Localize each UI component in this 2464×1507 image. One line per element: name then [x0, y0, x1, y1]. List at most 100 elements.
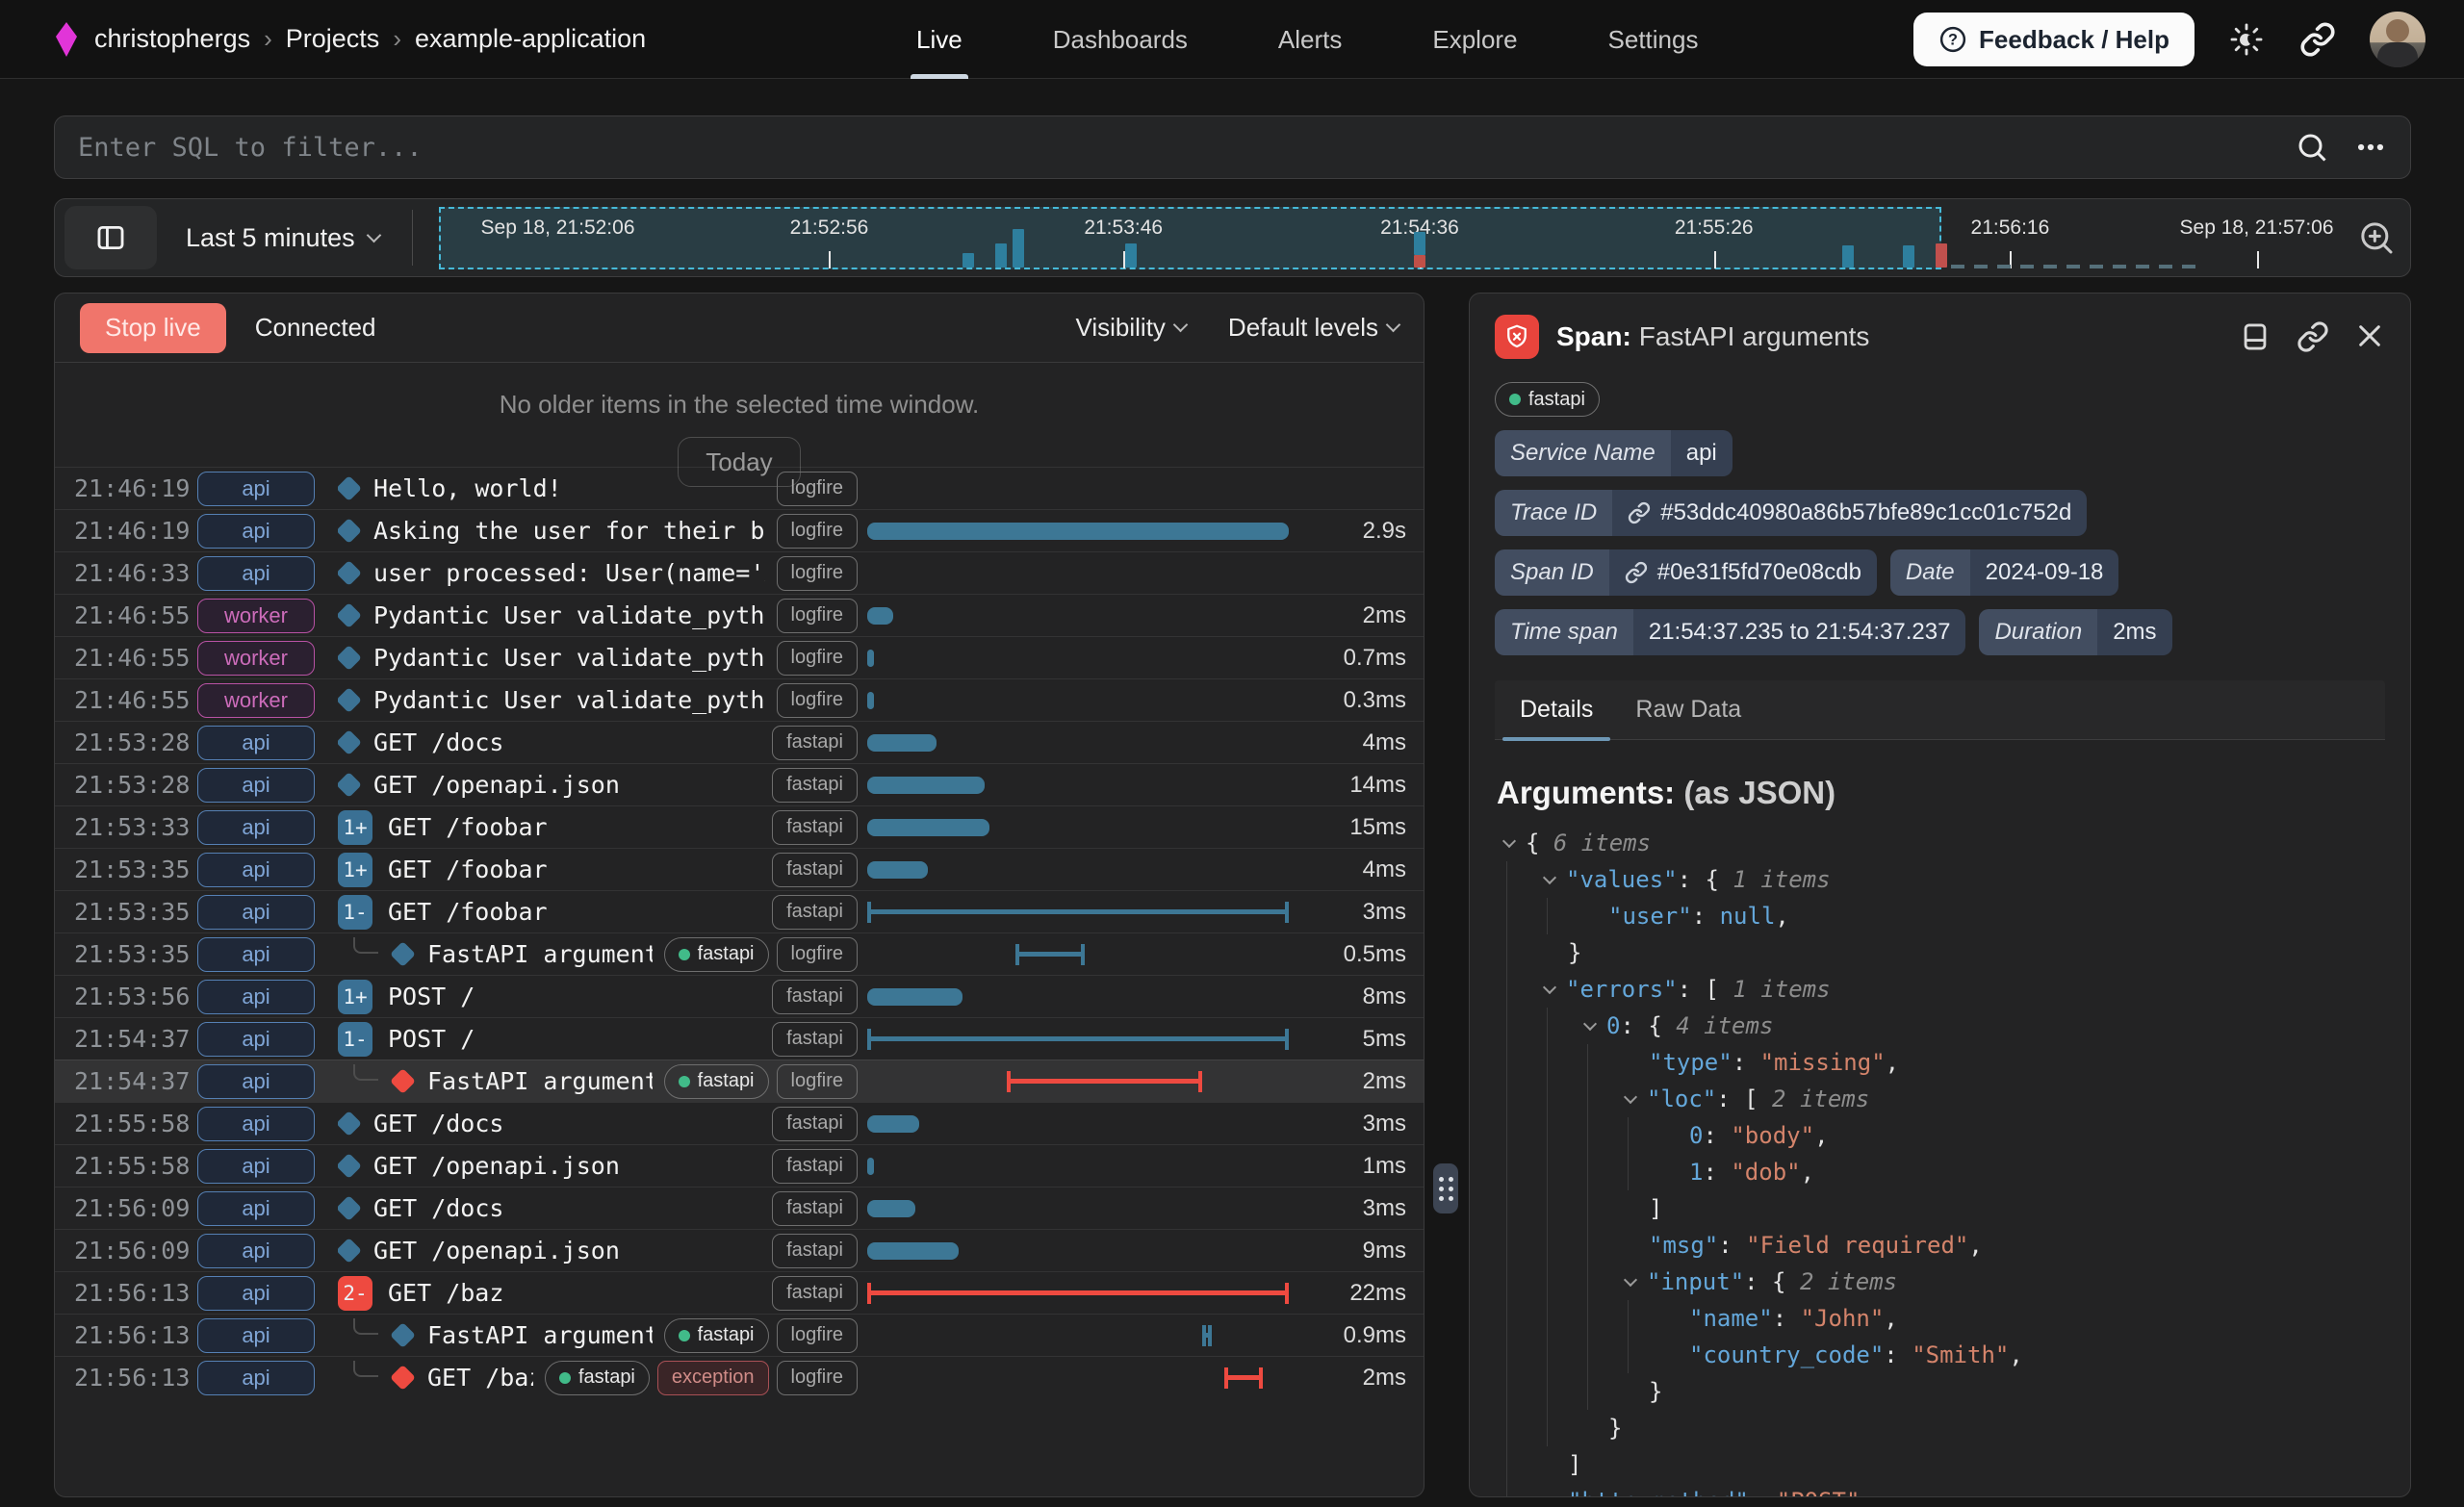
- service-badge-api[interactable]: api: [197, 1149, 315, 1184]
- trace-row[interactable]: 21:46:19apiAsking the user for their bir…: [55, 509, 1424, 551]
- user-avatar[interactable]: [2370, 12, 2426, 67]
- sidebar-toggle-button[interactable]: [64, 206, 157, 269]
- tag-fastapi[interactable]: fastapi: [772, 1022, 858, 1057]
- service-badge-worker[interactable]: worker: [197, 683, 315, 718]
- tag-fastapi[interactable]: fastapi: [772, 895, 858, 930]
- more-options-icon[interactable]: [2354, 131, 2387, 164]
- service-badge-api[interactable]: api: [197, 556, 315, 591]
- tab-raw-data[interactable]: Raw Data: [1614, 680, 1762, 739]
- tag-fastapi[interactable]: fastapi: [772, 1276, 858, 1311]
- tag-fastapi[interactable]: fastapi: [772, 1234, 858, 1268]
- nav-item-explore[interactable]: Explore: [1392, 0, 1557, 79]
- service-badge-api[interactable]: api: [197, 937, 315, 972]
- service-badge-api[interactable]: api: [197, 1276, 315, 1311]
- visibility-dropdown[interactable]: Visibility: [1075, 313, 1185, 343]
- breadcrumb-projects[interactable]: Projects: [286, 24, 380, 54]
- trace-row[interactable]: 21:46:55workerPydantic User validate_pyt…: [55, 594, 1424, 636]
- service-badge-api[interactable]: api: [197, 472, 315, 506]
- tag-logfire[interactable]: logfire: [777, 1361, 858, 1395]
- service-badge-api[interactable]: api: [197, 980, 315, 1014]
- collapse-chevron-icon[interactable]: [1543, 981, 1556, 994]
- collapse-chevron-icon[interactable]: [1624, 1090, 1637, 1104]
- service-badge-api[interactable]: api: [197, 1234, 315, 1268]
- tag-logfire[interactable]: logfire: [777, 599, 858, 633]
- trace-row[interactable]: 21:55:58apiGET /openapi.jsonfastapi1ms: [55, 1144, 1424, 1187]
- trace-row[interactable]: 21:56:13apiGET /baz (fofastapiexceptionl…: [55, 1356, 1424, 1398]
- trace-row[interactable]: 21:53:35apiFastAPI argumentsfastapilogfi…: [55, 932, 1424, 975]
- collapse-chevron-icon[interactable]: [1502, 834, 1516, 848]
- tag-fastapi[interactable]: fastapi: [772, 1149, 858, 1184]
- tag-logfire[interactable]: logfire: [777, 472, 858, 506]
- nav-item-alerts[interactable]: Alerts: [1238, 0, 1382, 79]
- trace-row[interactable]: 21:56:13api2-GET /bazfastapi22ms: [55, 1271, 1424, 1314]
- trace-row[interactable]: 21:56:13apiFastAPI argumentsfastapilogfi…: [55, 1314, 1424, 1356]
- service-badge-api[interactable]: api: [197, 810, 315, 845]
- field-span-id[interactable]: Span ID#0e31f5fd70e08cdb: [1495, 549, 1877, 596]
- tag-fastapi[interactable]: fastapi: [772, 980, 858, 1014]
- breadcrumb-project[interactable]: example-application: [415, 24, 646, 54]
- service-badge-worker[interactable]: worker: [197, 641, 315, 676]
- trace-row[interactable]: 21:54:37apiFastAPI argumentsfastapilogfi…: [55, 1060, 1424, 1102]
- service-badge-worker[interactable]: worker: [197, 599, 315, 633]
- collapse-chevron-icon[interactable]: [1543, 871, 1556, 884]
- service-badge-api[interactable]: api: [197, 1191, 315, 1226]
- panel-resize-handle[interactable]: [1433, 1163, 1458, 1213]
- service-badge-api[interactable]: api: [197, 768, 315, 803]
- tag-fastapi[interactable]: fastapi: [772, 1191, 858, 1226]
- trace-row[interactable]: 21:46:55workerPydantic User validate_pyt…: [55, 636, 1424, 678]
- timeline-histogram[interactable]: Sep 18, 21:52:0621:52:5621:53:4621:54:36…: [419, 199, 2329, 276]
- share-link-icon[interactable]: [2298, 20, 2337, 59]
- service-badge-api[interactable]: api: [197, 514, 315, 549]
- nav-item-settings[interactable]: Settings: [1568, 0, 1739, 79]
- service-badge-api[interactable]: api: [197, 895, 315, 930]
- expand-children-badge[interactable]: 1+: [338, 810, 372, 845]
- trace-row[interactable]: 21:46:55workerPydantic User validate_pyt…: [55, 678, 1424, 721]
- tag-logfire[interactable]: logfire: [777, 641, 858, 676]
- nav-item-dashboards[interactable]: Dashboards: [1013, 0, 1228, 79]
- tag-logfire[interactable]: logfire: [777, 683, 858, 718]
- service-tag[interactable]: fastapi: [1495, 382, 1600, 417]
- field-trace-id[interactable]: Trace ID#53ddc40980a86b57bfe89c1cc01c752…: [1495, 490, 2087, 536]
- trace-row[interactable]: 21:53:56api1+POST /fastapi8ms: [55, 975, 1424, 1017]
- timeline-zoom-in-button[interactable]: [2343, 218, 2410, 257]
- tag-fastapi[interactable]: fastapi: [545, 1361, 650, 1395]
- sql-filter-input[interactable]: [78, 133, 2295, 163]
- tag-fastapi[interactable]: fastapi: [772, 768, 858, 803]
- collapse-chevron-icon[interactable]: [1583, 1017, 1597, 1031]
- tag-logfire[interactable]: logfire: [777, 514, 858, 549]
- stop-live-button[interactable]: Stop live: [80, 303, 226, 353]
- tag-fastapi[interactable]: fastapi: [664, 937, 769, 972]
- feedback-help-button[interactable]: ? Feedback / Help: [1913, 13, 2194, 66]
- tag-logfire[interactable]: logfire: [777, 1064, 858, 1099]
- service-badge-api[interactable]: api: [197, 1318, 315, 1353]
- logfire-logo-icon[interactable]: [54, 22, 79, 57]
- service-badge-api[interactable]: api: [197, 1064, 315, 1099]
- tag-logfire[interactable]: logfire: [777, 1318, 858, 1353]
- service-badge-api[interactable]: api: [197, 1361, 315, 1395]
- expand-children-badge[interactable]: 1+: [338, 853, 372, 887]
- default-levels-dropdown[interactable]: Default levels: [1228, 313, 1399, 343]
- expand-children-badge[interactable]: 1+: [338, 980, 372, 1014]
- tag-fastapi[interactable]: fastapi: [772, 1107, 858, 1141]
- tag-fastapi[interactable]: fastapi: [664, 1318, 769, 1353]
- trace-row[interactable]: 21:53:35api1-GET /foobarfastapi3ms: [55, 890, 1424, 932]
- trace-row[interactable]: 21:56:09apiGET /openapi.jsonfastapi9ms: [55, 1229, 1424, 1271]
- service-badge-api[interactable]: api: [197, 853, 315, 887]
- expand-children-badge[interactable]: 1-: [338, 1022, 372, 1057]
- tag-exception[interactable]: exception: [657, 1361, 769, 1395]
- search-icon[interactable]: [2295, 130, 2329, 165]
- dock-panel-icon[interactable]: [2239, 320, 2272, 353]
- service-badge-api[interactable]: api: [197, 726, 315, 760]
- trace-row[interactable]: 21:54:37api1-POST /fastapi5ms: [55, 1017, 1424, 1060]
- trace-row[interactable]: 21:53:35api1+GET /foobarfastapi4ms: [55, 848, 1424, 890]
- tag-logfire[interactable]: logfire: [777, 937, 858, 972]
- expand-children-badge[interactable]: 2-: [338, 1276, 372, 1311]
- close-icon[interactable]: [2354, 320, 2385, 351]
- nav-item-live[interactable]: Live: [876, 0, 1003, 79]
- service-badge-api[interactable]: api: [197, 1022, 315, 1057]
- tag-logfire[interactable]: logfire: [777, 556, 858, 591]
- service-badge-api[interactable]: api: [197, 1107, 315, 1141]
- tag-fastapi[interactable]: fastapi: [772, 726, 858, 760]
- trace-row[interactable]: 21:56:09apiGET /docsfastapi3ms: [55, 1187, 1424, 1229]
- trace-row[interactable]: 21:53:28apiGET /openapi.jsonfastapi14ms: [55, 763, 1424, 805]
